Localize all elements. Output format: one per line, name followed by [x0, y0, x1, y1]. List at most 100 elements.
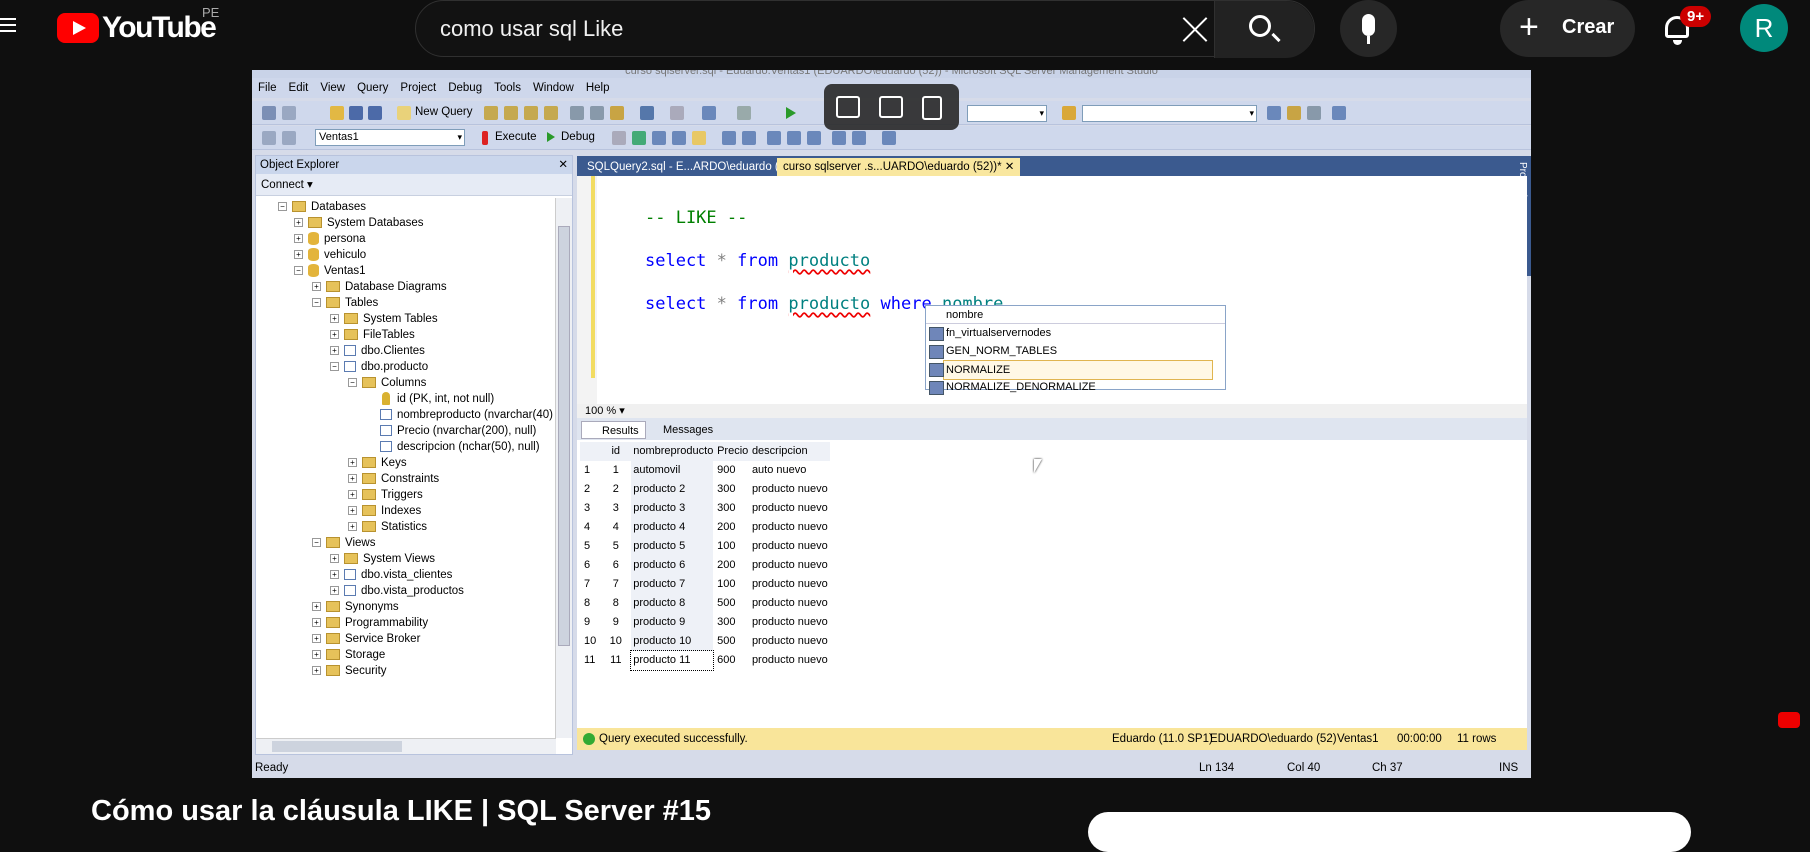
table-cell[interactable]: 300	[713, 499, 748, 518]
toolbar-icon[interactable]	[484, 106, 498, 120]
col-header[interactable]: Precio	[713, 442, 748, 461]
copy-icon[interactable]	[590, 106, 604, 120]
voice-search-button[interactable]	[1340, 0, 1397, 57]
video-player[interactable]: curso sqlserver.sql - Eduardo.Ventas1 (E…	[252, 70, 1531, 778]
table-cell[interactable]: 11	[600, 651, 631, 670]
row-number[interactable]: 4	[580, 518, 600, 537]
table-cell[interactable]: auto nuevo	[748, 461, 830, 480]
table-cell[interactable]: 200	[713, 518, 748, 537]
save-all-icon[interactable]	[368, 106, 382, 120]
redo-icon[interactable]	[670, 106, 684, 120]
open-icon[interactable]	[330, 106, 344, 120]
menu-edit[interactable]: Edit	[283, 82, 315, 94]
table-cell[interactable]: 200	[713, 556, 748, 575]
toolbar-icon[interactable]	[1307, 106, 1321, 120]
table-row[interactable]: 10 10 producto 10 500 producto nuevo	[580, 632, 830, 651]
menu-icon[interactable]	[0, 14, 16, 36]
notes-icon[interactable]	[922, 96, 942, 120]
menu-debug[interactable]: Debug	[442, 82, 488, 94]
table-cell[interactable]: 10	[600, 632, 631, 651]
toolbar-icon[interactable]	[1267, 106, 1281, 120]
autocomplete-item-selected[interactable]: NORMALIZE	[926, 360, 1225, 380]
row-number[interactable]: 9	[580, 613, 600, 632]
table-cell[interactable]: producto nuevo	[748, 556, 830, 575]
col-header[interactable]: nombreproducto	[631, 442, 714, 461]
table-cell[interactable]: 5	[600, 537, 631, 556]
table-cell[interactable]: 3	[600, 499, 631, 518]
create-button[interactable]: + Crear	[1500, 0, 1635, 57]
table-cell[interactable]: producto 7	[631, 575, 714, 594]
toolbar-icon[interactable]	[262, 131, 276, 145]
undo-icon[interactable]	[640, 106, 654, 120]
toolbar-icon[interactable]	[702, 106, 716, 120]
row-number[interactable]: 1	[580, 461, 600, 480]
table-cell[interactable]: automovil	[631, 461, 714, 480]
search-input[interactable]: como usar sql Like	[440, 16, 623, 42]
toolbar-icon[interactable]	[767, 131, 781, 145]
toolbar-icon[interactable]	[1287, 106, 1301, 120]
tree-scrollbar[interactable]	[555, 198, 572, 738]
stop-icon[interactable]	[612, 131, 626, 145]
toolbar-icon[interactable]	[262, 106, 276, 120]
row-number[interactable]: 3	[580, 499, 600, 518]
table-cell[interactable]: 500	[713, 594, 748, 613]
row-number[interactable]: 8	[580, 594, 600, 613]
table-row[interactable]: 4 4 producto 4 200 producto nuevo	[580, 518, 830, 537]
table-cell[interactable]: 2	[600, 480, 631, 499]
tree-node[interactable]: + Security	[312, 662, 387, 680]
table-row[interactable]: 5 5 producto 5 100 producto nuevo	[580, 537, 830, 556]
search-button[interactable]	[1214, 1, 1314, 58]
table-cell[interactable]: 900	[713, 461, 748, 480]
menu-file[interactable]: File	[252, 82, 283, 94]
table-row[interactable]: 9 9 producto 9 300 producto nuevo	[580, 613, 830, 632]
menu-help[interactable]: Help	[580, 82, 616, 94]
ambient-icon[interactable]	[879, 96, 903, 118]
parse-icon[interactable]	[632, 131, 646, 145]
cut-icon[interactable]	[570, 106, 584, 120]
toolbar-icon[interactable]	[832, 131, 846, 145]
toolbar-icon[interactable]	[722, 131, 736, 145]
connect-button[interactable]: Connect	[261, 179, 304, 191]
menu-query[interactable]: Query	[351, 82, 394, 94]
autocomplete-item[interactable]: fn_virtualservernodes	[926, 324, 1225, 342]
table-cell[interactable]: producto nuevo	[748, 537, 830, 556]
row-number[interactable]: 10	[580, 632, 600, 651]
table-cell[interactable]: producto nuevo	[748, 499, 830, 518]
toolbar-icon[interactable]	[1332, 106, 1346, 120]
table-row[interactable]: 11 11 producto 11 600 producto nuevo	[580, 650, 830, 671]
table-row[interactable]: 2 2 producto 2 300 producto nuevo	[580, 480, 830, 499]
table-cell[interactable]: producto nuevo	[748, 651, 830, 670]
table-cell[interactable]: producto 10	[631, 632, 714, 651]
table-row[interactable]: 7 7 producto 7 100 producto nuevo	[580, 575, 830, 594]
paste-icon[interactable]	[610, 106, 624, 120]
table-row[interactable]: 6 6 producto 6 200 producto nuevo	[580, 556, 830, 575]
table-cell[interactable]: 8	[600, 594, 631, 613]
tab-results[interactable]: Results	[581, 421, 646, 439]
menu-tools[interactable]: Tools	[488, 82, 527, 94]
toolbar-icon[interactable]	[787, 131, 801, 145]
toolbar-combo[interactable]	[967, 105, 1047, 122]
table-cell[interactable]: producto nuevo	[748, 575, 830, 594]
toolbar-icon[interactable]	[807, 131, 821, 145]
search-box[interactable]: como usar sql Like	[415, 0, 1315, 58]
row-number[interactable]: 2	[580, 480, 600, 499]
table-cell[interactable]: 300	[713, 480, 748, 499]
tab-messages[interactable]: Messages	[643, 421, 719, 439]
table-cell[interactable]: producto 8	[631, 594, 714, 613]
table-cell[interactable]: producto 4	[631, 518, 714, 537]
table-cell[interactable]: 9	[600, 613, 631, 632]
execute-button[interactable]: Execute	[495, 131, 537, 143]
toolbar-icon[interactable]	[882, 131, 896, 145]
youtube-logo[interactable]: YouTube PE	[57, 5, 219, 45]
tree-hscrollbar[interactable]	[256, 738, 556, 754]
row-number[interactable]: 11	[580, 651, 600, 670]
table-cell[interactable]: 7	[600, 575, 631, 594]
search-combo[interactable]	[1082, 105, 1257, 122]
row-number[interactable]: 5	[580, 537, 600, 556]
new-query-button[interactable]: New Query	[415, 106, 473, 118]
table-cell[interactable]: producto nuevo	[748, 518, 830, 537]
table-cell[interactable]: producto 6	[631, 556, 714, 575]
avatar[interactable]: R	[1740, 4, 1788, 52]
table-cell[interactable]: producto 5	[631, 537, 714, 556]
table-cell[interactable]: producto nuevo	[748, 632, 830, 651]
